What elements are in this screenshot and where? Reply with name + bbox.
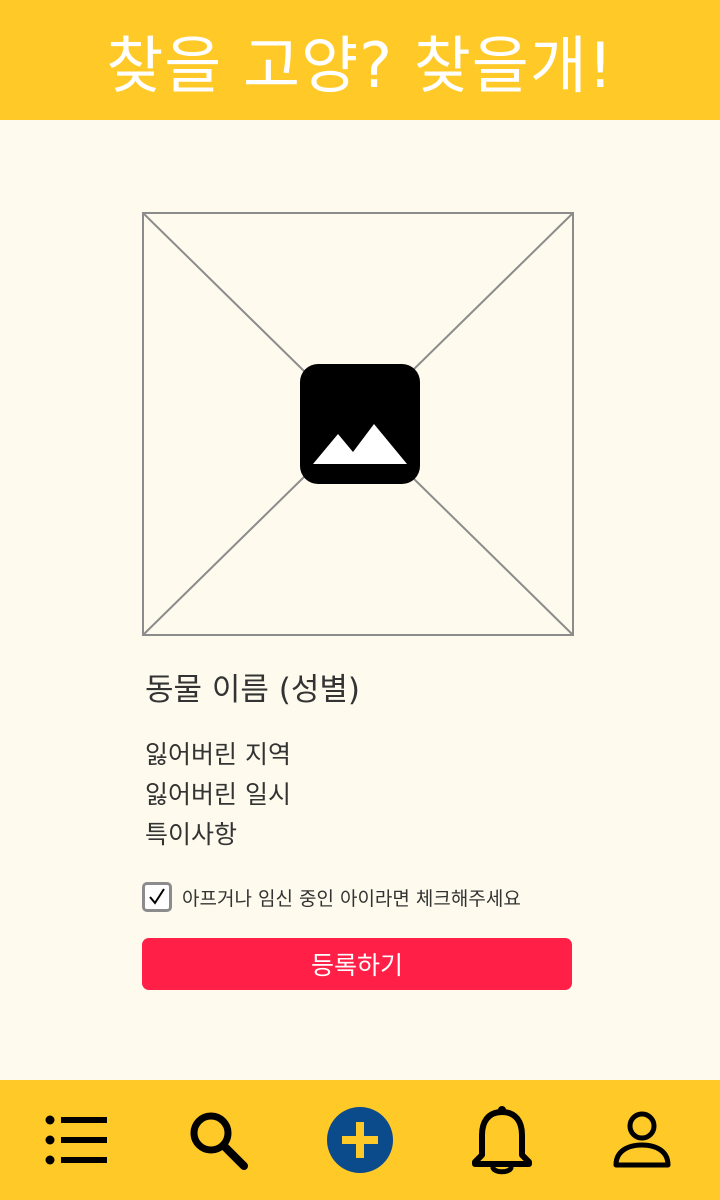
nav-search-button[interactable]	[168, 1080, 268, 1200]
special-care-checkbox[interactable]	[142, 882, 172, 912]
image-icon	[300, 364, 420, 484]
notes-label: 특이사항	[145, 820, 238, 849]
add-icon	[327, 1107, 393, 1173]
pet-name-label: 동물 이름 (성별)	[145, 672, 361, 708]
special-care-option[interactable]: 아프거나 임신 중인 아이라면 체크해주세요	[142, 881, 521, 913]
nav-list-button[interactable]	[27, 1080, 127, 1200]
lost-location-label: 잃어버린 지역	[145, 740, 291, 769]
profile-icon	[613, 1111, 671, 1168]
nav-add-button[interactable]	[310, 1080, 410, 1200]
bottom-navigation	[0, 1080, 720, 1200]
bell-icon	[472, 1106, 532, 1175]
photo-upload-area[interactable]	[142, 212, 574, 636]
lost-datetime-label: 잃어버린 일시	[145, 780, 291, 809]
app-header: 찾을 고양? 찾을개!	[0, 0, 720, 120]
search-icon	[190, 1112, 248, 1170]
app-title: 찾을 고양? 찾을개!	[106, 29, 614, 102]
nav-profile-button[interactable]	[592, 1080, 692, 1200]
special-care-label: 아프거나 임신 중인 아이라면 체크해주세요	[182, 887, 521, 910]
list-icon	[45, 1115, 107, 1165]
register-button[interactable]: 등록하기	[142, 938, 572, 990]
nav-notifications-button[interactable]	[452, 1080, 552, 1200]
checkmark-icon	[149, 888, 165, 905]
